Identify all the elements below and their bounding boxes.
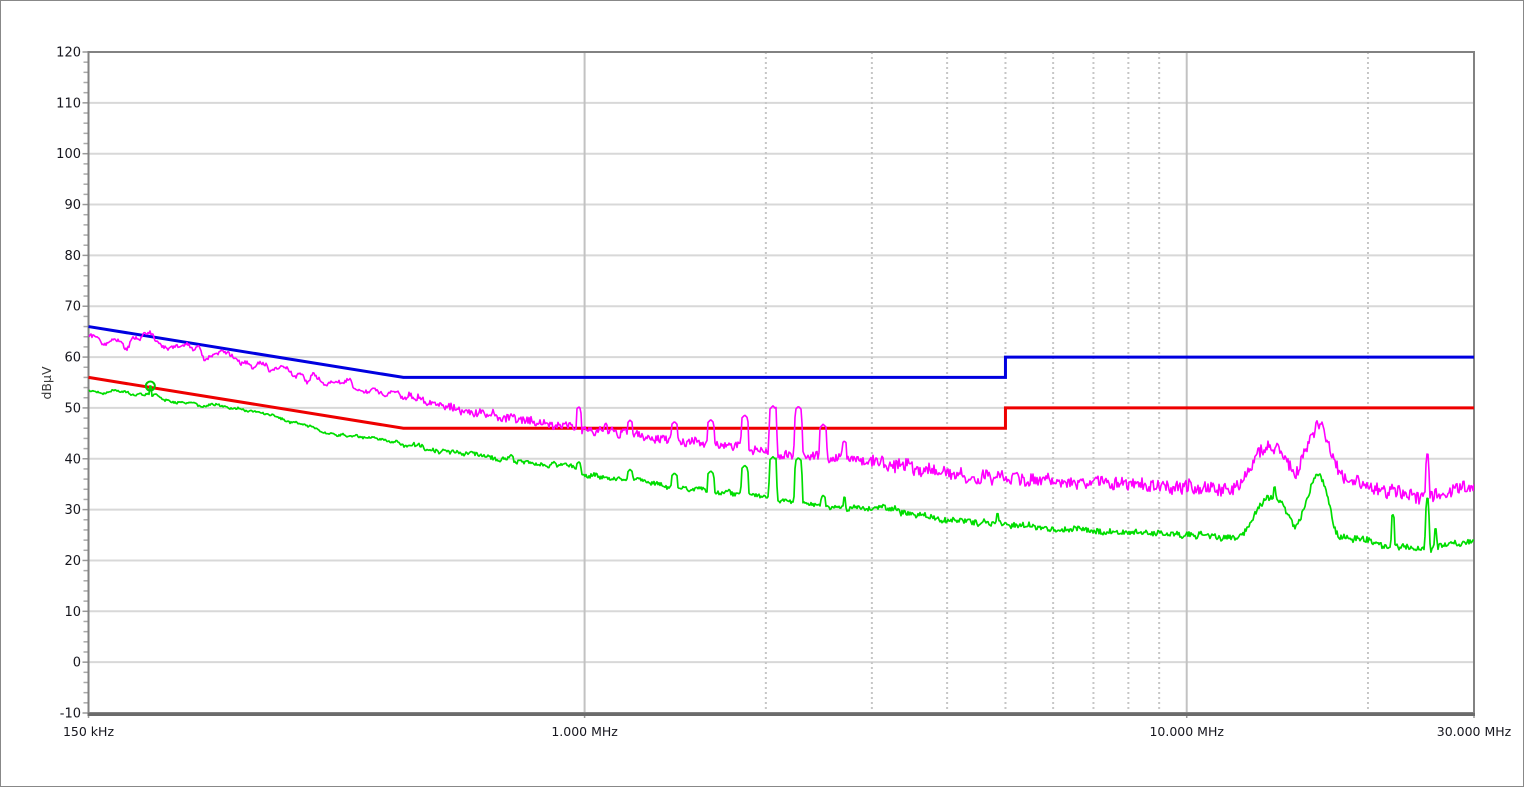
y-axis-tick-label: 60: [64, 351, 81, 366]
emission-measurement-chart: 120 110 100 90 80 70 60 50 40 30 20 10 0 -10 150 kHz 1.…: [0, 0, 1524, 787]
average-limit-line: [88, 375, 1474, 430]
y-axis-tick-label: 70: [64, 300, 81, 315]
plot-frame: [87, 51, 1475, 716]
y-axis-tick-label: 30: [64, 503, 81, 518]
y-axis-title: dBµV: [39, 366, 54, 399]
x-axis-tick-label: 30.000 MHz: [1437, 724, 1512, 739]
y-axis-tick-label: 50: [64, 401, 81, 416]
horizontal-gridlines: [88, 51, 1474, 714]
x-axis-tick-label: 1.000 MHz: [551, 724, 618, 739]
chart-plot-area: 1201101009080706050403020100-10150 kHz 1.…: [39, 46, 1512, 740]
y-axis-tick-label: 100: [56, 147, 81, 162]
y-axis-tick-label: 110: [56, 96, 81, 111]
y-axis-tick-label: 40: [64, 452, 81, 467]
y-axis-tick-label: 80: [64, 249, 81, 264]
quasi-peak-limit-line: [88, 325, 1474, 379]
y-axis-tick-label: 20: [64, 554, 81, 569]
x-axis-tick-label: 10.000 MHz: [1149, 724, 1224, 739]
y-axis-tick-label: 10: [64, 605, 81, 620]
y-axis-tick-label: -10: [60, 707, 81, 722]
y-axis-tick-label: 0: [73, 656, 81, 671]
y-axis-tick-label: 90: [64, 198, 81, 213]
y-axis-ticks: [82, 51, 1475, 718]
y-axis-tick-label: 120: [56, 46, 81, 61]
x-axis-tick-label: 150 kHz: [63, 724, 114, 739]
axis-labels: 1201101009080706050403020100-10150 kHz 1.…: [39, 46, 1512, 740]
vertical-gridlines: [583, 52, 1369, 713]
